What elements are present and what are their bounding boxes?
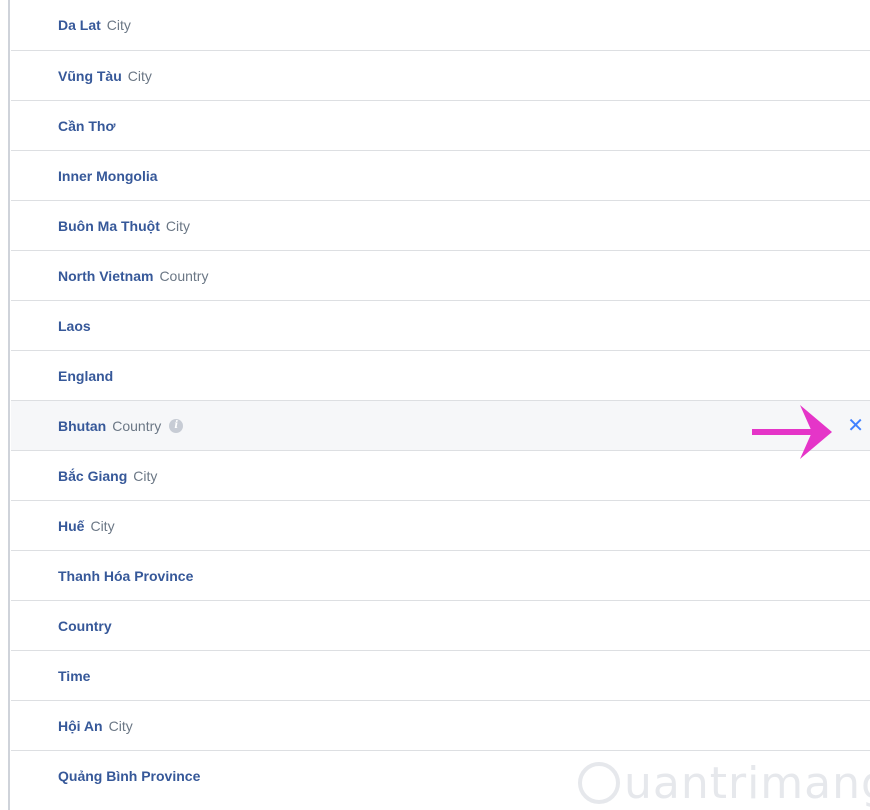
places-list: Da Lat City Vũng Tàu City Cần Thơ Inner … <box>11 0 870 801</box>
place-name[interactable]: Time <box>58 668 90 684</box>
page: Da Lat City Vũng Tàu City Cần Thơ Inner … <box>0 0 870 810</box>
place-name[interactable]: Inner Mongolia <box>58 168 158 184</box>
watermark-logo-icon <box>578 762 620 804</box>
left-border <box>8 0 10 810</box>
place-name[interactable]: England <box>58 368 113 384</box>
place-name[interactable]: Quảng Bình Province <box>58 768 200 784</box>
place-type: Country <box>159 267 209 284</box>
remove-button[interactable]: ✕ <box>847 416 864 436</box>
place-type: City <box>133 467 158 484</box>
place-name[interactable]: Buôn Ma Thuột <box>58 218 160 234</box>
place-type: City <box>127 67 152 84</box>
place-type: City <box>106 17 131 33</box>
place-name[interactable]: Huế <box>58 518 84 534</box>
list-item-hovered[interactable]: Bhutan Country i ✕ <box>11 401 870 451</box>
pointer-arrow-icon <box>752 405 832 459</box>
info-icon[interactable]: i <box>169 418 184 433</box>
place-name[interactable]: Laos <box>58 318 91 334</box>
place-name[interactable]: Cần Thơ <box>58 118 115 134</box>
list-item[interactable]: Inner Mongolia <box>11 151 870 201</box>
list-item[interactable]: England <box>11 351 870 401</box>
place-name[interactable]: Country <box>58 618 112 634</box>
list-item[interactable]: Buôn Ma Thuột City <box>11 201 870 251</box>
place-name[interactable]: Thanh Hóa Province <box>58 568 193 584</box>
place-type: City <box>90 517 115 534</box>
list-item[interactable]: Time <box>11 651 870 701</box>
list-item[interactable]: North Vietnam Country <box>11 251 870 301</box>
list-item[interactable]: Bắc Giang City <box>11 451 870 501</box>
list-item[interactable]: Cần Thơ <box>11 101 870 151</box>
place-type: City <box>108 717 133 734</box>
place-name[interactable]: Da Lat <box>58 17 101 33</box>
list-item[interactable]: Laos <box>11 301 870 351</box>
list-item[interactable]: Hội An City <box>11 701 870 751</box>
list-item[interactable]: Thanh Hóa Province <box>11 551 870 601</box>
list-item[interactable]: Country <box>11 601 870 651</box>
list-item[interactable]: Vũng Tàu City <box>11 51 870 101</box>
place-type: City <box>165 217 190 234</box>
watermark: uantrimang <box>578 757 870 809</box>
watermark-text: uantrimang <box>624 757 870 809</box>
place-name[interactable]: Bắc Giang <box>58 468 127 484</box>
place-name[interactable]: North Vietnam <box>58 268 153 284</box>
list-item[interactable]: Da Lat City <box>11 0 870 51</box>
place-name[interactable]: Hội An <box>58 718 103 734</box>
place-type: Country <box>112 417 162 434</box>
place-name[interactable]: Vũng Tàu <box>58 68 122 84</box>
list-item[interactable]: Huế City <box>11 501 870 551</box>
place-name[interactable]: Bhutan <box>58 418 106 434</box>
